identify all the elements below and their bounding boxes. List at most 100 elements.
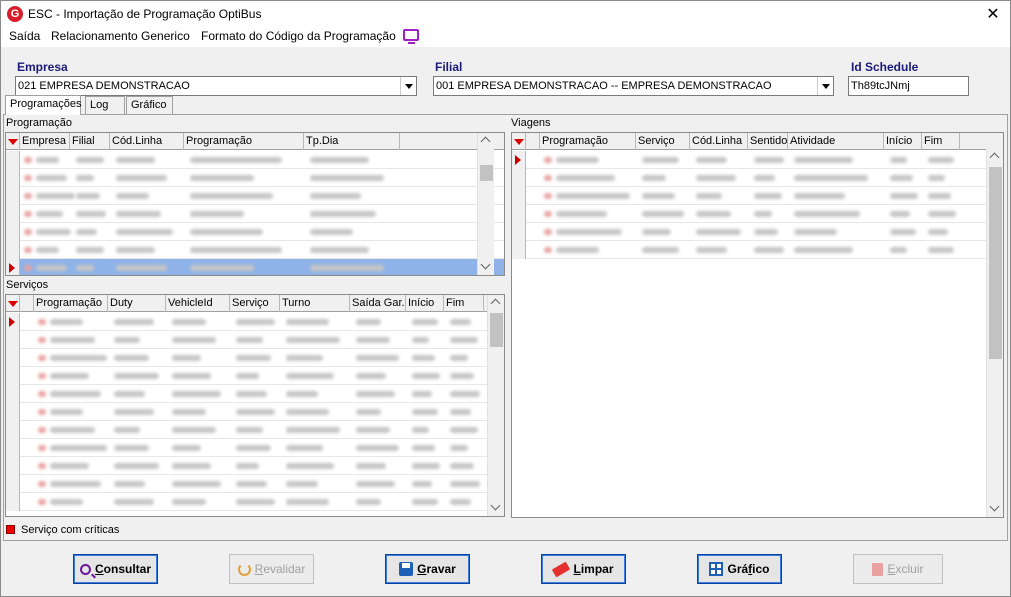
column-header[interactable]: Turno (280, 295, 350, 312)
vertical-scrollbar[interactable] (477, 133, 494, 275)
table-row[interactable] (512, 169, 1003, 187)
grafico-button[interactable]: Gráfico (697, 554, 782, 584)
row-indicator[interactable] (512, 169, 526, 187)
table-row[interactable] (6, 349, 504, 367)
table-row[interactable] (6, 367, 504, 385)
filial-select[interactable]: 001 EMPRESA DEMONSTRACAO -- EMPRESA DEMO… (433, 76, 834, 96)
row-indicator[interactable] (6, 349, 20, 367)
column-header[interactable]: Cód.Linha (110, 133, 184, 150)
tab-grafico[interactable]: Gráfico (126, 96, 173, 115)
table-row[interactable] (6, 403, 504, 421)
tab-programacoes[interactable]: Programações (5, 95, 82, 115)
table-row[interactable] (512, 205, 1003, 223)
table-row[interactable] (512, 187, 1003, 205)
column-header[interactable]: Atividade (788, 133, 884, 150)
column-header[interactable]: Serviço (636, 133, 690, 150)
row-indicator[interactable] (512, 205, 526, 223)
limpar-button[interactable]: Limpar (541, 554, 626, 584)
row-indicator[interactable] (6, 169, 20, 187)
column-header[interactable]: Programação (34, 295, 108, 312)
column-header[interactable]: Sentido (748, 133, 788, 150)
row-indicator[interactable] (6, 493, 20, 511)
row-indicator[interactable] (6, 403, 20, 421)
scroll-thumb[interactable] (480, 165, 493, 181)
row-indicator[interactable] (6, 475, 20, 493)
column-header[interactable]: Fim (922, 133, 960, 150)
scroll-thumb[interactable] (989, 167, 1002, 359)
consultar-button[interactable]: Consultar (73, 554, 158, 584)
close-icon[interactable]: ✕ (982, 4, 1004, 24)
table-row[interactable] (6, 331, 504, 349)
row-indicator[interactable] (512, 187, 526, 205)
scroll-thumb[interactable] (490, 313, 503, 347)
table-row[interactable] (6, 169, 504, 187)
chevron-down-icon[interactable] (817, 77, 833, 95)
row-indicator[interactable] (6, 259, 20, 275)
scroll-up-icon[interactable] (987, 149, 1003, 165)
row-indicator[interactable] (6, 205, 20, 223)
table-row[interactable] (6, 493, 504, 511)
table-row[interactable] (6, 205, 504, 223)
row-indicator[interactable] (6, 385, 20, 403)
column-header[interactable]: Início (884, 133, 922, 150)
monitor-icon[interactable] (403, 29, 419, 44)
column-header[interactable]: Programação (540, 133, 636, 150)
table-row[interactable] (512, 151, 1003, 169)
row-indicator[interactable] (6, 187, 20, 205)
table-row[interactable] (6, 421, 504, 439)
table-row[interactable] (6, 439, 504, 457)
servicos-grid[interactable]: Programação Duty VehicleId Serviço Turno Saíd… (5, 294, 505, 517)
row-indicator[interactable] (6, 313, 20, 331)
column-header[interactable]: Saída Gar. (350, 295, 406, 312)
tab-log[interactable]: Log (85, 96, 125, 115)
vertical-scrollbar[interactable] (487, 295, 504, 516)
column-header[interactable]: VehicleId (166, 295, 230, 312)
table-row[interactable] (6, 241, 504, 259)
table-row[interactable] (6, 385, 504, 403)
vertical-scrollbar[interactable] (986, 149, 1003, 517)
menu-relacionamento[interactable]: Relacionamento Generico (51, 29, 190, 43)
row-indicator[interactable] (6, 439, 20, 457)
scroll-down-icon[interactable] (987, 501, 1003, 517)
row-indicator[interactable] (6, 421, 20, 439)
table-row[interactable] (6, 223, 504, 241)
gravar-button[interactable]: Gravar (385, 554, 470, 584)
column-header[interactable]: Filial (70, 133, 110, 150)
row-indicator[interactable] (6, 457, 20, 475)
column-header[interactable]: Fim (444, 295, 484, 312)
table-row[interactable] (6, 475, 504, 493)
table-row[interactable] (6, 187, 504, 205)
table-row[interactable] (6, 313, 504, 331)
table-row[interactable] (512, 223, 1003, 241)
row-indicator[interactable] (512, 151, 526, 169)
row-indicator[interactable] (6, 151, 20, 169)
column-header[interactable]: Programação (184, 133, 304, 150)
table-row[interactable] (512, 241, 1003, 259)
schedule-input[interactable]: Th89tcJNmj (848, 76, 969, 96)
viagens-grid[interactable]: Programação Serviço Cód.Linha Sentido Ativid… (511, 132, 1004, 518)
column-header[interactable]: Início (406, 295, 444, 312)
table-row[interactable] (6, 457, 504, 475)
row-indicator[interactable] (6, 331, 20, 349)
row-indicator[interactable] (512, 241, 526, 259)
filter-arrow-icon[interactable] (6, 295, 20, 312)
table-row[interactable] (6, 259, 504, 275)
filter-arrow-icon[interactable] (512, 133, 526, 150)
row-indicator[interactable] (6, 223, 20, 241)
column-header[interactable]: Tp.Dia (304, 133, 400, 150)
scroll-up-icon[interactable] (488, 295, 504, 311)
column-header[interactable]: Duty (108, 295, 166, 312)
table-row[interactable] (6, 151, 504, 169)
filter-arrow-icon[interactable] (6, 133, 20, 150)
chevron-down-icon[interactable] (400, 77, 416, 95)
column-header[interactable]: Empresa (20, 133, 70, 150)
row-indicator[interactable] (512, 223, 526, 241)
row-indicator[interactable] (6, 241, 20, 259)
menu-saida[interactable]: Saída (9, 29, 40, 43)
scroll-down-icon[interactable] (478, 259, 494, 275)
column-header[interactable]: Serviço (230, 295, 280, 312)
programacao-grid[interactable]: Empresa Filial Cód.Linha Programação Tp.Dia (5, 132, 505, 276)
column-header[interactable]: Cód.Linha (690, 133, 748, 150)
row-indicator[interactable] (6, 367, 20, 385)
scroll-down-icon[interactable] (488, 500, 504, 516)
